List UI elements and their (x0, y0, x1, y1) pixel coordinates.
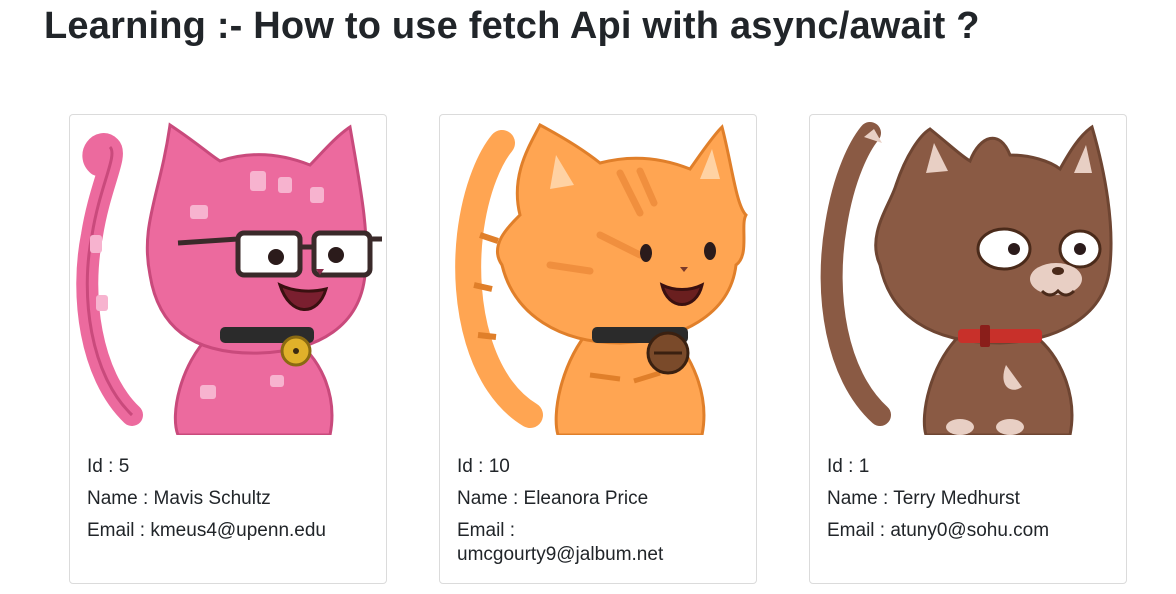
brown-cat-avatar-icon (820, 122, 1113, 435)
user-id: Id : 1 (827, 451, 1112, 483)
card-body: Id : 1 Name : Terry Medhurst Email : atu… (827, 451, 1112, 547)
user-card: Id : 1 Name : Terry Medhurst Email : atu… (809, 114, 1127, 584)
name-label: Name : (457, 488, 524, 509)
orange-cat-avatar-icon (455, 122, 748, 435)
id-label: Id : (87, 456, 119, 477)
pink-cat-avatar-icon (76, 122, 382, 435)
id-value: 1 (858, 456, 870, 477)
email-label: Email : (87, 520, 151, 541)
name-value: Terry Medhurst (893, 488, 1020, 509)
user-name: Name : Terry Medhurst (827, 483, 1112, 515)
user-email: Email : atuny0@sohu.com (827, 515, 1112, 547)
email-value: kmeus4@upenn.edu (150, 520, 326, 541)
user-card: Id : 10 Name : Eleanora Price Email : um… (439, 114, 757, 584)
id-value: 5 (118, 456, 130, 477)
user-card-list: Id : 5 Name : Mavis Schultz Email : kmeu… (69, 114, 1127, 584)
user-name: Name : Mavis Schultz (87, 483, 372, 515)
user-id: Id : 10 (457, 451, 742, 483)
email-value: atuny0@sohu.com (890, 520, 1050, 541)
email-value: umcgourty9@jalbum.net (457, 544, 664, 565)
user-email: Email : umcgourty9@jalbum.net (457, 519, 742, 567)
name-value: Eleanora Price (523, 488, 649, 509)
name-label: Name : (87, 488, 154, 509)
user-email: Email : kmeus4@upenn.edu (87, 515, 372, 547)
email-label: Email : (827, 520, 891, 541)
card-body: Id : 5 Name : Mavis Schultz Email : kmeu… (87, 451, 372, 547)
id-value: 10 (488, 456, 510, 477)
user-id: Id : 5 (87, 451, 372, 483)
name-value: Mavis Schultz (153, 488, 271, 509)
user-name: Name : Eleanora Price (457, 483, 742, 515)
email-label: Email : (457, 520, 516, 541)
id-label: Id : (457, 456, 489, 477)
card-body: Id : 10 Name : Eleanora Price Email : um… (457, 451, 742, 567)
page-title: Learning :- How to use fetch Api with as… (44, 5, 980, 47)
id-label: Id : (827, 456, 859, 477)
name-label: Name : (827, 488, 894, 509)
user-card: Id : 5 Name : Mavis Schultz Email : kmeu… (69, 114, 387, 584)
